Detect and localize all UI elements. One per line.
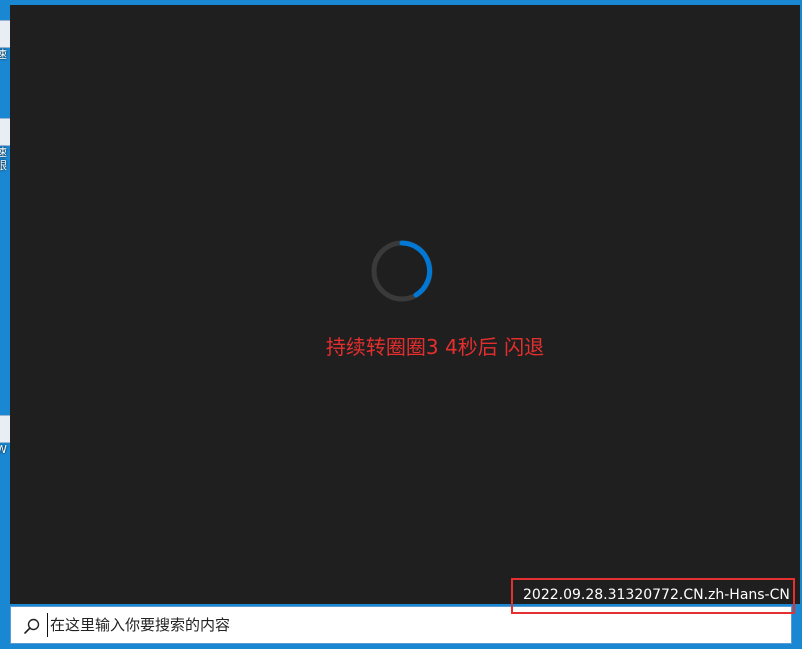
- search-icon: [24, 618, 40, 634]
- version-label: 2022.09.28.31320772.CN.zh-Hans-CN: [523, 587, 790, 603]
- desktop: 速 速 眼 W 持续转圈圈3 4秒后 闪退 2022.09.28.3132077…: [0, 0, 802, 649]
- status-annotation: 持续转圈圈3 4秒后 闪退: [325, 335, 545, 359]
- app-splash-window: 持续转圈圈3 4秒后 闪退: [10, 5, 800, 604]
- search-input[interactable]: [47, 613, 750, 637]
- loading-spinner-icon: [371, 240, 433, 302]
